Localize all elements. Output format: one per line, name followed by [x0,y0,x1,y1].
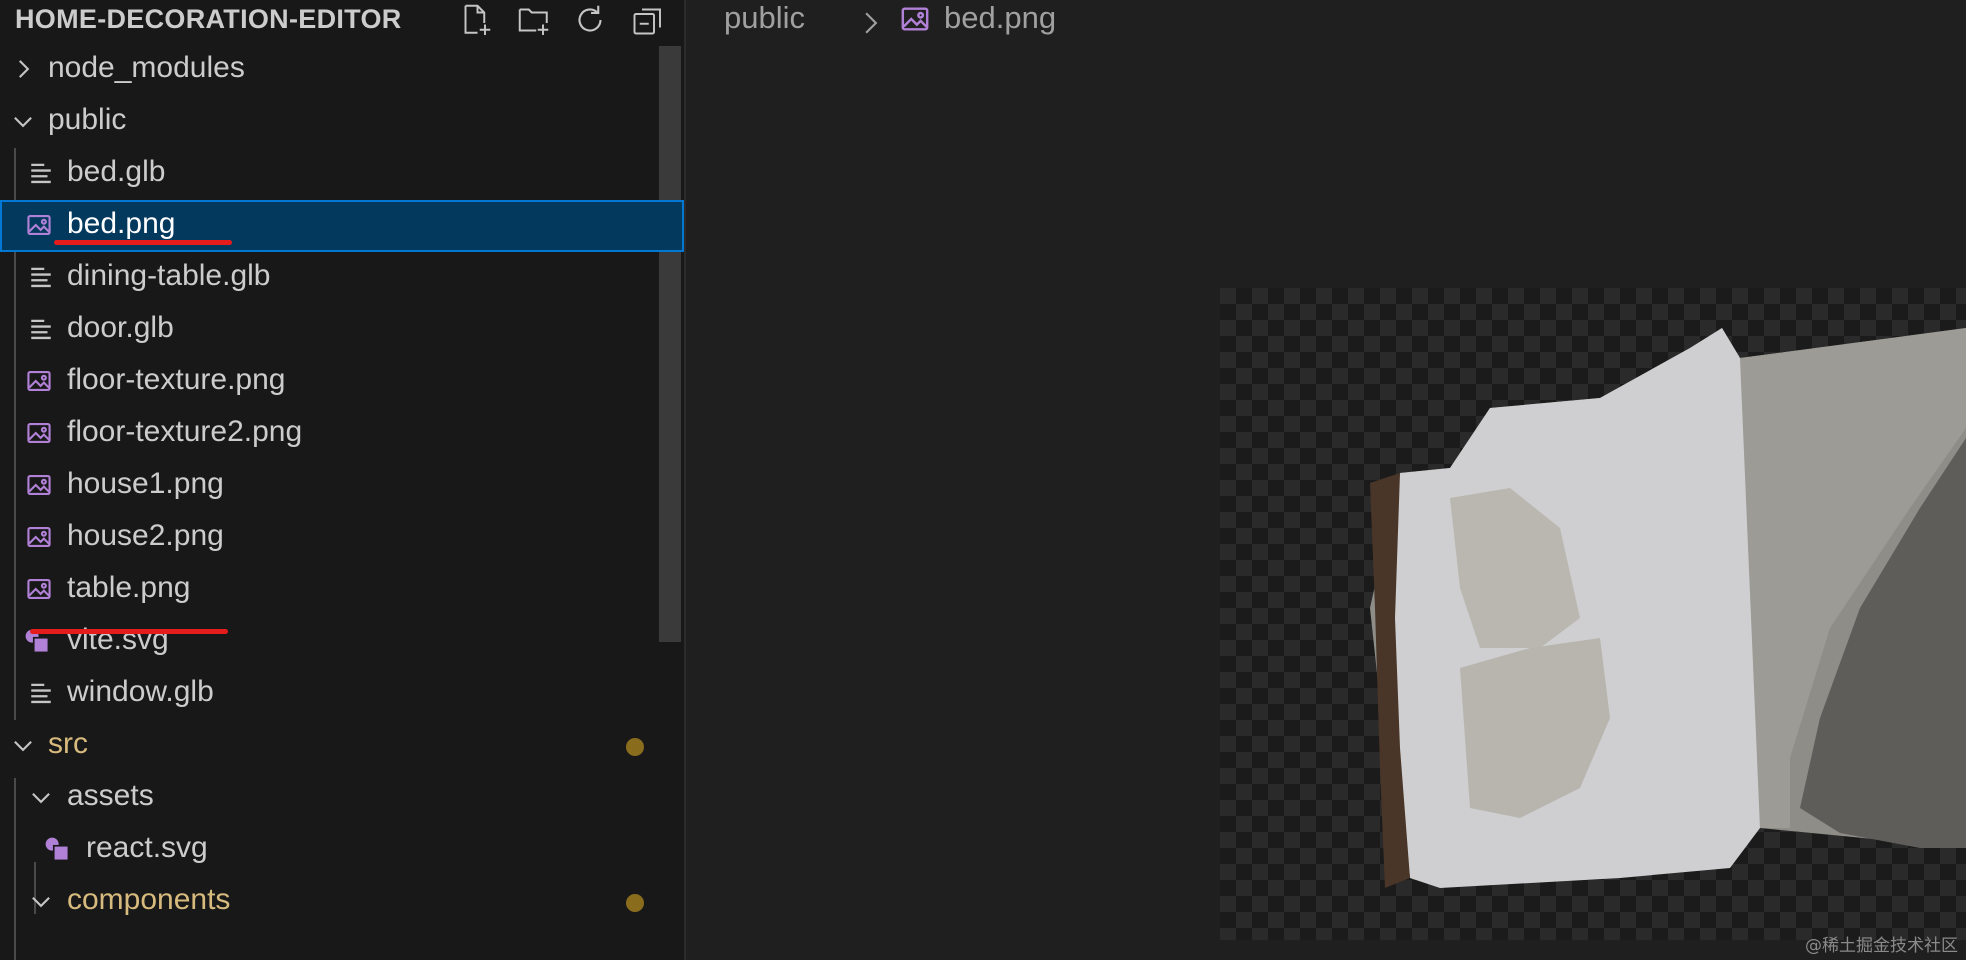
tree-label: house2.png [67,519,224,552]
tree-file-house2-png[interactable]: house2.png [0,512,684,564]
breadcrumb-folder[interactable]: public [724,0,805,36]
tree-label: node_modules [48,51,245,84]
tree-file-floor-texture2-png[interactable]: floor-texture2.png [0,408,684,460]
chevron-down-icon [10,108,36,134]
tree-label: public [48,103,127,136]
tree-file-react-svg[interactable]: react.svg [0,824,684,876]
modified-dot [626,894,644,912]
chevron-down-icon [10,732,36,758]
watermark: @稀土掘金技术社区 [1805,936,1958,956]
tree-folder-components[interactable]: components [0,876,684,928]
image-editor: public bed.png [686,0,1966,960]
tree-label: src [48,727,88,760]
tree-file-bed-glb[interactable]: bed.glb [0,148,684,200]
annotation-underline-bed-png [54,240,232,245]
lines-file-icon [28,160,54,186]
explorer-sidebar: HOME-DECORATION-EDITOR node_modules publ… [0,0,686,960]
tree-folder-node-modules[interactable]: node_modules [0,44,684,96]
tree-label: bed.glb [67,155,166,188]
image-file-icon [26,368,52,394]
image-file-icon [26,212,52,238]
tree-file-table-png[interactable]: table.png [0,564,684,616]
modified-dot [626,738,644,756]
tree-label: bed.png [67,207,176,240]
tree-folder-assets[interactable]: assets [0,772,684,824]
chevron-down-icon [28,888,54,914]
image-file-icon [26,472,52,498]
tree-file-vite-svg[interactable]: vite.svg [0,616,684,668]
tree-file-dining-table-glb[interactable]: dining-table.glb [0,252,684,304]
tree-label: floor-texture.png [67,363,286,396]
image-file-icon [26,420,52,446]
tree-label: table.png [67,571,191,604]
explorer-title: HOME-DECORATION-EDITOR [15,4,402,34]
chevron-down-icon [28,784,54,810]
new-file-icon[interactable] [458,2,494,38]
breadcrumb-file[interactable]: bed.png [944,0,1056,36]
tree-file-floor-texture-png[interactable]: floor-texture.png [0,356,684,408]
refresh-icon[interactable] [572,2,608,38]
explorer-header: HOME-DECORATION-EDITOR [0,0,684,40]
tree-file-house1-png[interactable]: house1.png [0,460,684,512]
chevron-right-icon [10,56,36,82]
tree-label: house1.png [67,467,224,500]
image-file-icon [26,576,52,602]
lines-file-icon [28,316,54,342]
new-folder-icon[interactable] [516,2,552,38]
lines-file-icon [28,264,54,290]
tree-label: door.glb [67,311,174,344]
image-file-icon [26,524,52,550]
tree-label: components [67,883,231,916]
image-file-icon [900,4,930,34]
tree-folder-public[interactable]: public [0,96,684,148]
tree-label: assets [67,779,154,812]
tree-label: dining-table.glb [67,259,271,292]
tree-file-window-glb[interactable]: window.glb [0,668,684,720]
tree-label: react.svg [86,831,208,864]
tree-label: window.glb [67,675,214,708]
svg-file-icon [44,836,70,862]
image-preview[interactable] [1220,288,1966,940]
collapse-all-icon[interactable] [630,2,666,38]
tree-label: floor-texture2.png [67,415,303,448]
annotation-underline-table-png [30,629,228,634]
tree-file-door-glb[interactable]: door.glb [0,304,684,356]
chevron-right-icon [860,8,882,34]
lines-file-icon [28,680,54,706]
tree-folder-src[interactable]: src [0,720,684,772]
